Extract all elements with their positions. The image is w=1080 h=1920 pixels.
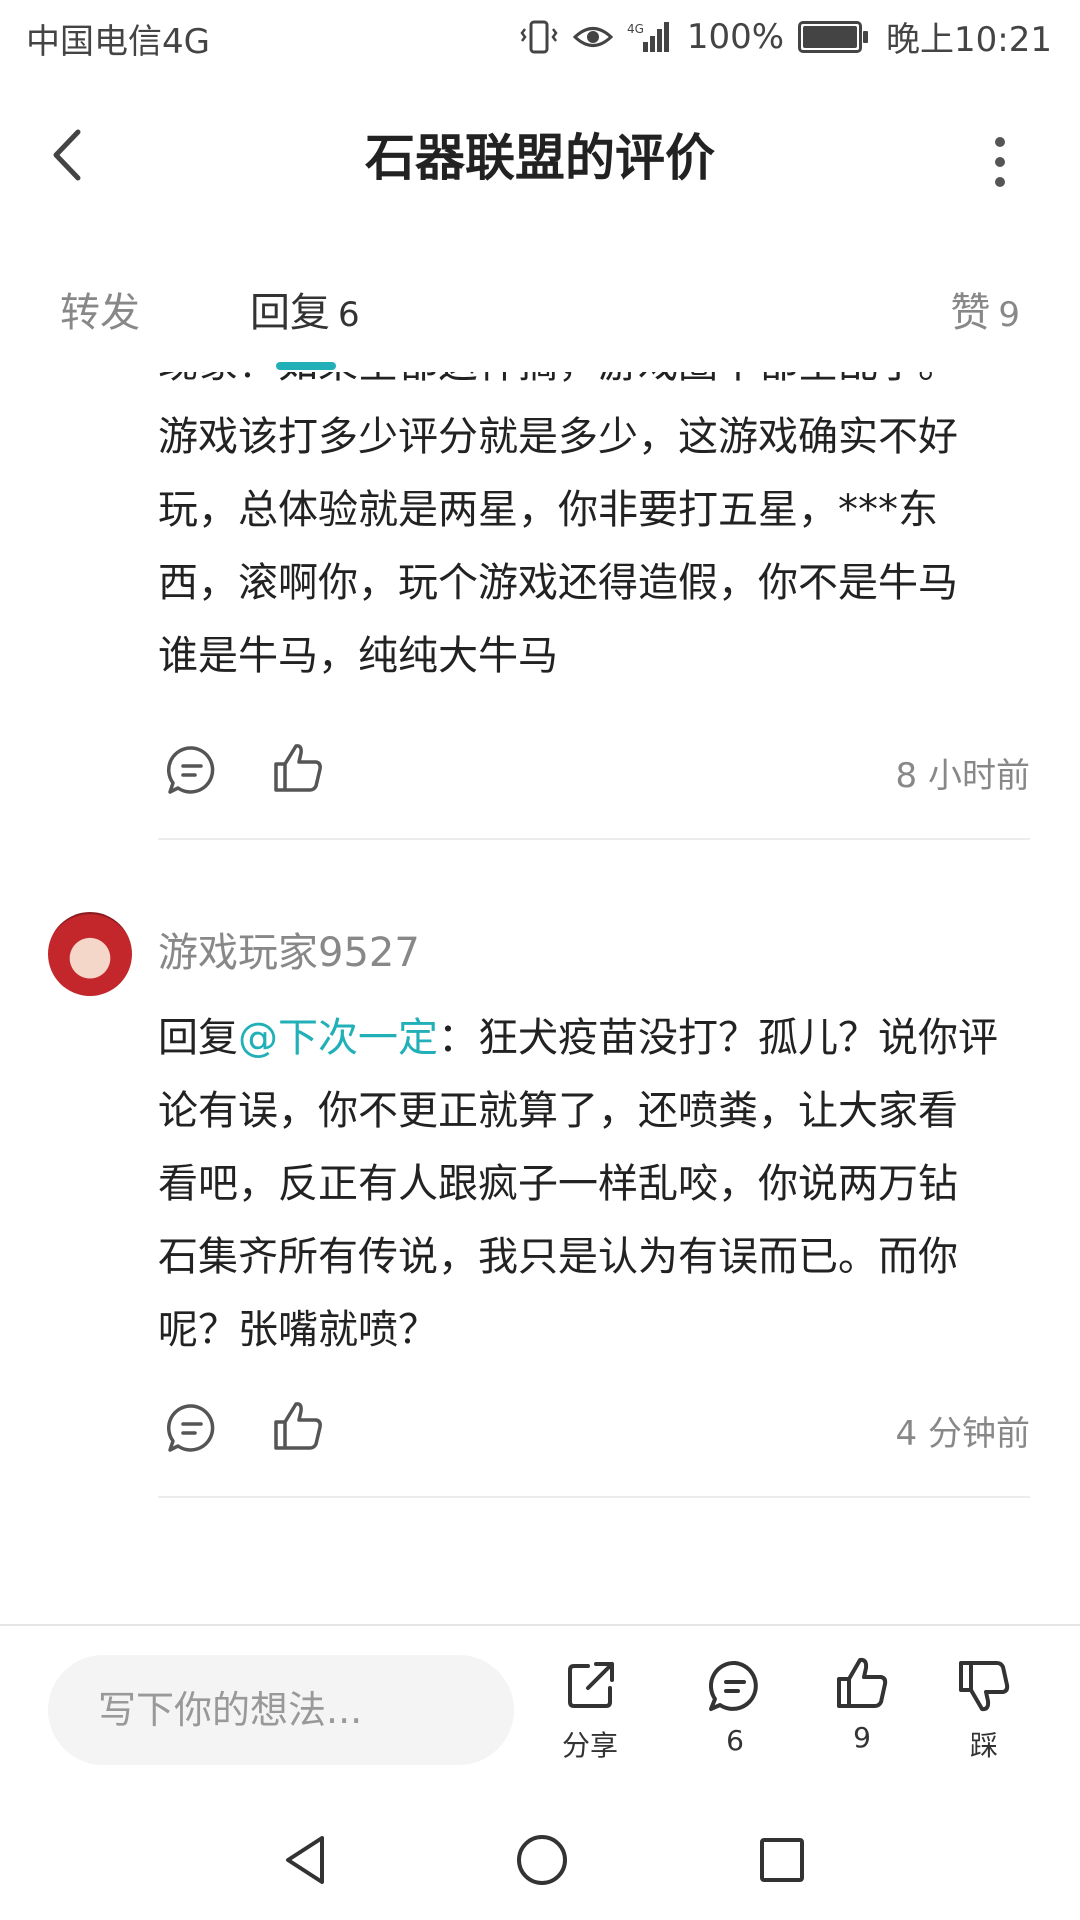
share-label: 分享: [561, 1729, 618, 1762]
like-button[interactable]: 9: [812, 1655, 912, 1754]
comment-1-line: 谁是牛马，纯纯大牛马: [158, 633, 558, 679]
dislike-label: 踩: [969, 1729, 998, 1762]
more-vertical-icon: [995, 137, 1005, 187]
thumbs-up-icon: [837, 1657, 888, 1708]
eye-icon: [572, 26, 613, 47]
tab-forward[interactable]: 转发: [60, 280, 140, 338]
circle-home-icon: [517, 1835, 567, 1885]
comment-2-username[interactable]: 游戏玩家9527: [158, 920, 420, 978]
tab-reply-label: 回复: [250, 290, 330, 336]
page-title: 石器联盟的评价: [365, 129, 715, 187]
vibrate-icon: [520, 20, 558, 53]
thumbs-down-icon: [959, 1661, 1010, 1712]
comment-list[interactable]: 现象？如果全都这样搞，游戏圈不都全乱了。 游戏该打多少评分就是多少，这游戏确实不…: [0, 372, 1080, 1632]
tab-indicator: [276, 362, 336, 370]
comment-input[interactable]: [48, 1655, 514, 1765]
tab-like-count: 9: [998, 295, 1020, 335]
mention-link[interactable]: @下次一定: [238, 1015, 438, 1061]
comment-2-first-line: 回复@下次一定：狂犬疫苗没打？孤儿？说你评: [158, 1002, 1028, 1075]
nav-recents-button[interactable]: [752, 1830, 812, 1890]
comment-2-reply-button[interactable]: [164, 1400, 220, 1456]
comment-2-like-button[interactable]: [270, 1398, 326, 1454]
thumbs-up-icon: [274, 1402, 322, 1450]
triangle-back-icon: [286, 1836, 324, 1884]
comment-1-line: 玩，总体验就是两星，你非要打五星，***东: [158, 487, 938, 533]
square-recents-icon: [760, 1838, 804, 1882]
comment-2-time: 4 分钟前: [895, 1414, 1030, 1454]
battery-percent: 100%: [686, 16, 785, 57]
status-bar: 中国电信4G 4G 100% 晚上10:21: [0, 0, 1080, 75]
comment-2-line: 看吧，反正有人跟疯子一样乱咬，你说两万钻: [158, 1161, 958, 1207]
carrier-label: 中国电信4G: [26, 22, 210, 62]
comment-1-text: 现象？如果全都这样搞，游戏圈不都全乱了。 游戏该打多少评分就是多少，这游戏确实不…: [158, 372, 1028, 693]
reply-prefix: 回复: [158, 1015, 238, 1061]
comment-1-line: 西，滚啊你，玩个游戏还得造假，你不是牛马: [158, 560, 958, 606]
divider: [158, 838, 1030, 840]
comment-2-line: 石集齐所有传说，我只是认为有误而已。而你: [158, 1234, 958, 1280]
comment-1-time: 8 小时前: [895, 756, 1030, 796]
comment-2-line: 论有误，你不更正就算了，还喷粪，让大家看: [158, 1088, 958, 1134]
like-count: 9: [853, 1721, 871, 1754]
tab-like[interactable]: 赞9: [950, 280, 1020, 338]
tab-forward-label: 转发: [60, 290, 140, 336]
avatar[interactable]: [48, 912, 132, 996]
status-right: 4G 100% 晚上10:21: [519, 12, 1052, 61]
comment-count-button[interactable]: 6: [685, 1658, 785, 1757]
thumbs-up-icon: [274, 744, 322, 792]
chat-bubble-icon: [167, 746, 215, 794]
comment-1-partial-line: 现象？如果全都这样搞，游戏圈不都全乱了。: [158, 372, 1028, 401]
comment-2-line: 呢？张嘴就喷？: [158, 1307, 438, 1353]
comment-count: 6: [726, 1724, 744, 1757]
tab-reply[interactable]: 回复 6: [250, 280, 360, 338]
dislike-button[interactable]: 踩: [934, 1658, 1034, 1764]
tab-reply-count: 6: [338, 295, 360, 335]
comment-1-line: 游戏该打多少评分就是多少，这游戏确实不好: [158, 414, 958, 460]
signal-icon: 4G: [627, 21, 669, 52]
chat-bubble-icon: [709, 1660, 758, 1711]
svg-text:4G: 4G: [627, 22, 644, 36]
share-icon: [568, 1662, 614, 1708]
comment-1-like-button[interactable]: [270, 740, 326, 796]
battery-icon: [798, 20, 869, 53]
comment-2-first-line-rest: ：狂犬疫苗没打？孤儿？说你评: [438, 1015, 998, 1061]
comment-2-text: 回复@下次一定：狂犬疫苗没打？孤儿？说你评 论有误，你不更正就算了，还喷粪，让大…: [158, 1002, 1028, 1367]
share-button[interactable]: 分享: [540, 1658, 640, 1764]
tab-like-label: 赞: [950, 290, 991, 336]
clock: 晚上10:21: [886, 20, 1052, 60]
nav-back-button[interactable]: [276, 1830, 336, 1890]
comment-1-reply-button[interactable]: [164, 742, 220, 798]
chat-bubble-icon: [167, 1404, 215, 1452]
more-button[interactable]: [980, 132, 1020, 192]
bottom-divider: [0, 1624, 1080, 1626]
divider: [158, 1496, 1030, 1498]
nav-home-button[interactable]: [512, 1830, 572, 1890]
